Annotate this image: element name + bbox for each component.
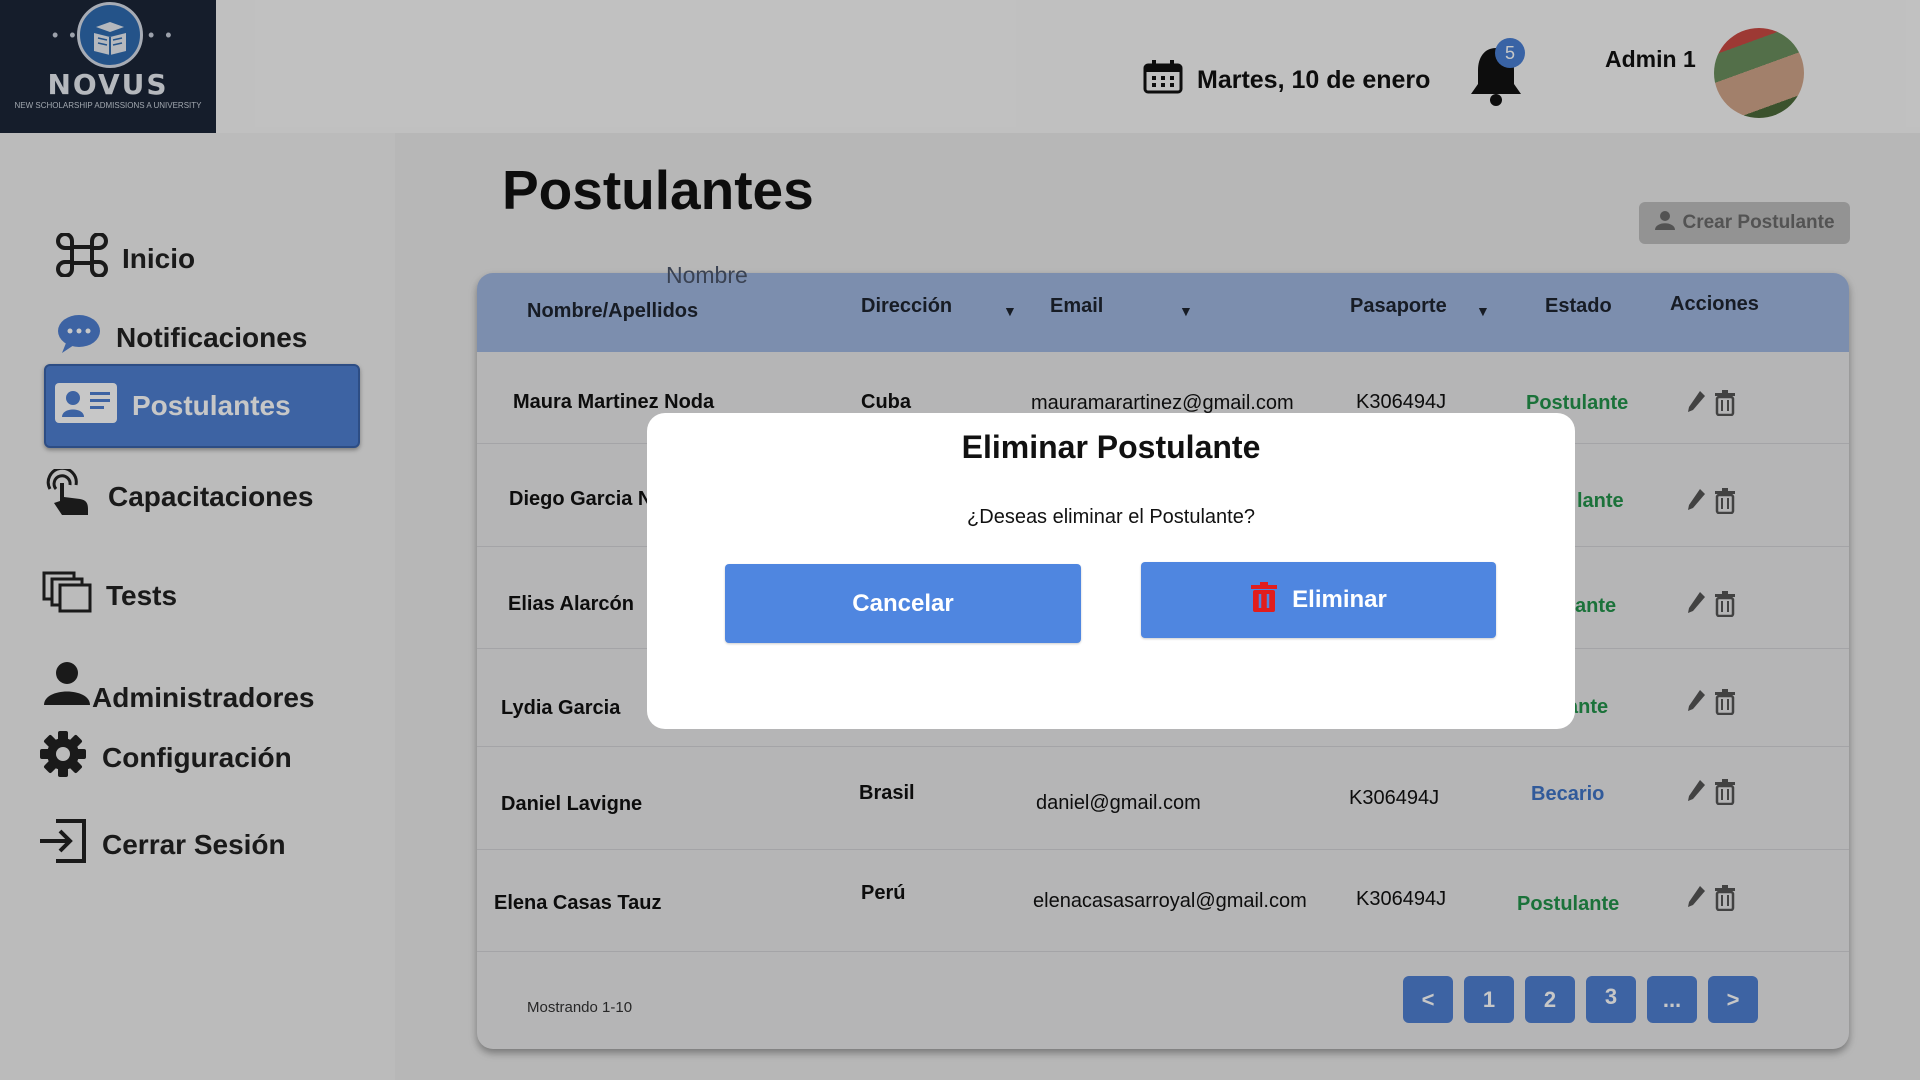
cancel-button-label: Cancelar: [852, 589, 954, 617]
dialog-message: ¿Deseas eliminar el Postulante?: [967, 506, 1255, 528]
confirm-delete-button[interactable]: Eliminar: [1141, 562, 1496, 638]
cancel-button[interactable]: Cancelar: [725, 564, 1081, 643]
delete-confirm-dialog: Eliminar Postulante ¿Deseas eliminar el …: [647, 413, 1575, 729]
delete-button-label: Eliminar: [1292, 586, 1387, 613]
trash-icon: [1250, 581, 1278, 619]
dialog-title: Eliminar Postulante: [961, 429, 1261, 465]
